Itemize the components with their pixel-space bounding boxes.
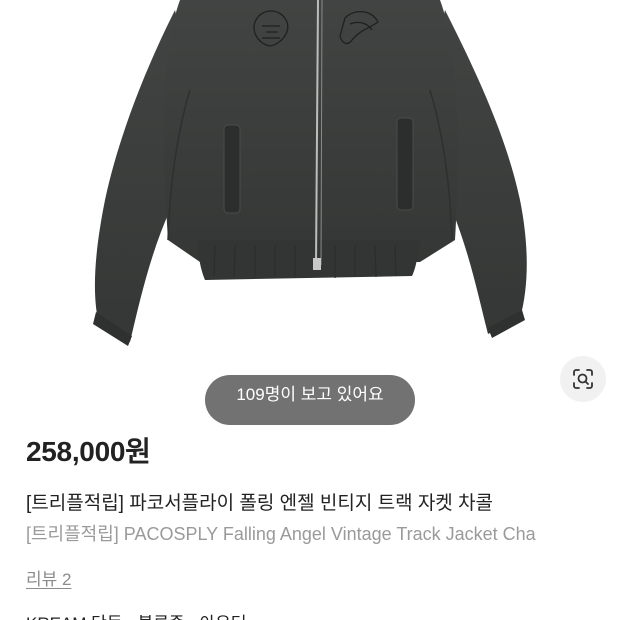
product-title-english: [트리플적립] PACOSPLY Falling Angel Vintage T… [26, 520, 620, 546]
viewers-count-text: 109명이 보고 있어요 [236, 385, 384, 404]
viewers-count-badge: 109명이 보고 있어요 [205, 375, 415, 425]
jacket-photo [93, 0, 527, 346]
product-title-korean: [트리플적립] 파코서플라이 폴링 엔젤 빈티지 트랙 자켓 차콜 [26, 493, 494, 514]
product-tags-partial: KREAM 단독 · 블루종 · 아우터 [26, 609, 247, 620]
product-image[interactable] [0, 0, 620, 400]
product-title-english-text: [트리플적립] PACOSPLY Falling Angel Vintage T… [26, 524, 536, 544]
visual-search-icon [573, 369, 593, 389]
reviews-link[interactable]: 리뷰 2 [26, 565, 71, 590]
visual-search-button[interactable] [560, 356, 606, 402]
product-price: 258,000원 [26, 436, 151, 467]
